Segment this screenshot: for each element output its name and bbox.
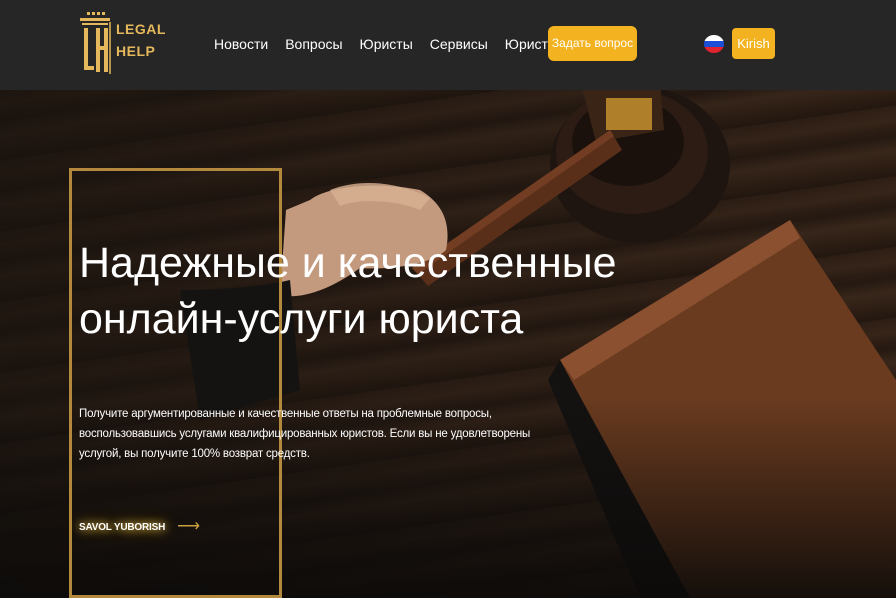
ask-question-button[interactable]: Задать вопрос xyxy=(548,26,637,61)
main-nav: Новости Вопросы Юристы Сервисы Юристам xyxy=(214,34,565,54)
logo-text-help: HELP xyxy=(116,43,156,59)
send-question-cta[interactable]: SAVOL YUBORISH ⟶ xyxy=(79,519,200,535)
site-header: LEGAL HELP Новости Вопросы Юристы Сервис… xyxy=(0,0,896,90)
hero-title: Надежные и качественные онлайн-услуги юр… xyxy=(79,239,617,343)
nav-link-questions[interactable]: Вопросы xyxy=(285,34,342,54)
cta-label: SAVOL YUBORISH xyxy=(79,521,166,533)
nav-link-news[interactable]: Новости xyxy=(214,34,268,54)
login-button[interactable]: Kirish xyxy=(732,28,775,59)
russia-flag-icon[interactable] xyxy=(704,35,724,53)
arrow-right-icon: ⟶ xyxy=(177,518,201,535)
logo-text-legal: LEGAL xyxy=(116,21,166,37)
page: LEGAL HELP Новости Вопросы Юристы Сервис… xyxy=(0,0,896,598)
hero-description: Получите аргументированные и качественны… xyxy=(79,408,531,460)
nav-link-lawyers[interactable]: Юристы xyxy=(360,34,413,54)
nav-link-services[interactable]: Сервисы xyxy=(430,34,488,54)
